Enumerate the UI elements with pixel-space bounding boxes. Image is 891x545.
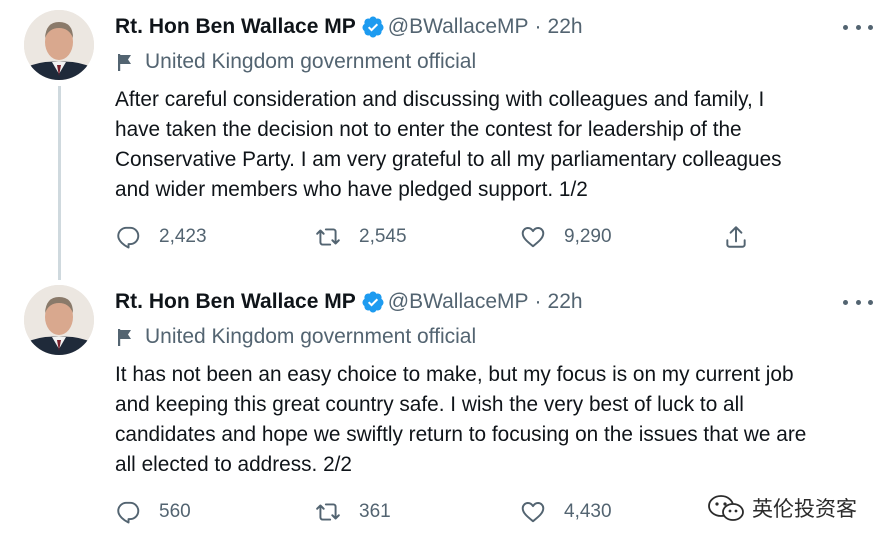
profile-photo-icon	[24, 10, 94, 80]
verified-badge-icon	[361, 15, 385, 39]
reply-icon	[117, 501, 140, 524]
like-button[interactable]: 4,430	[520, 497, 612, 527]
reply-count: 560	[159, 501, 191, 522]
separator: ·	[534, 290, 542, 313]
display-name[interactable]: Rt. Hon Ben Wallace MP	[115, 290, 356, 314]
heart-icon	[521, 227, 545, 248]
account-label: United Kingdom government official	[115, 323, 476, 351]
like-button[interactable]: 9,290	[520, 222, 612, 252]
display-name[interactable]: Rt. Hon Ben Wallace MP	[115, 15, 356, 39]
user-handle[interactable]: @BWallaceMP	[388, 15, 529, 39]
flag-icon	[118, 329, 131, 346]
label-text: United Kingdom government official	[145, 325, 477, 348]
tweet-actions: 2,423 2,545 9,290	[115, 222, 775, 252]
watermark: 英伦投资客	[706, 490, 857, 526]
tweet-1[interactable]: Rt. Hon Ben Wallace MP @BWallaceMP · 22h…	[0, 0, 891, 280]
avatar[interactable]	[24, 10, 94, 80]
retweet-button[interactable]: 2,545	[315, 222, 407, 252]
reply-count: 2,423	[159, 226, 207, 247]
share-button[interactable]	[723, 222, 749, 252]
retweet-icon	[316, 503, 340, 521]
timestamp[interactable]: 22h	[548, 290, 583, 314]
verified-badge-icon	[361, 290, 385, 314]
tweet-header: Rt. Hon Ben Wallace MP @BWallaceMP · 22h	[115, 287, 583, 317]
heart-icon	[521, 502, 545, 523]
retweet-icon	[316, 228, 340, 246]
reply-button[interactable]: 560	[115, 497, 191, 527]
tweet-actions: 560 361 4,430	[115, 497, 775, 527]
user-handle[interactable]: @BWallaceMP	[388, 290, 529, 314]
reply-button[interactable]: 2,423	[115, 222, 207, 252]
retweet-count: 361	[359, 501, 391, 522]
timestamp[interactable]: 22h	[548, 15, 583, 39]
reply-icon	[117, 226, 140, 249]
separator: ·	[534, 15, 542, 38]
more-options-icon[interactable]	[843, 295, 873, 309]
retweet-button[interactable]: 361	[315, 497, 391, 527]
tweet-text: After careful consideration and discussi…	[115, 88, 782, 201]
tweet-text: It has not been an easy choice to make, …	[115, 363, 807, 476]
retweet-count: 2,545	[359, 226, 407, 247]
avatar[interactable]	[24, 285, 94, 355]
flag-icon	[118, 54, 131, 71]
thread-connector-line	[58, 86, 61, 280]
profile-photo-icon	[24, 285, 94, 355]
account-label: United Kingdom government official	[115, 48, 476, 76]
like-count: 4,430	[564, 501, 612, 522]
more-options-icon[interactable]	[843, 20, 873, 34]
tweet-header: Rt. Hon Ben Wallace MP @BWallaceMP · 22h	[115, 12, 583, 42]
wechat-icon	[708, 495, 744, 521]
like-count: 9,290	[564, 226, 612, 247]
watermark-text: 英伦投资客	[752, 498, 857, 521]
label-text: United Kingdom government official	[145, 50, 477, 73]
share-icon	[726, 226, 746, 248]
